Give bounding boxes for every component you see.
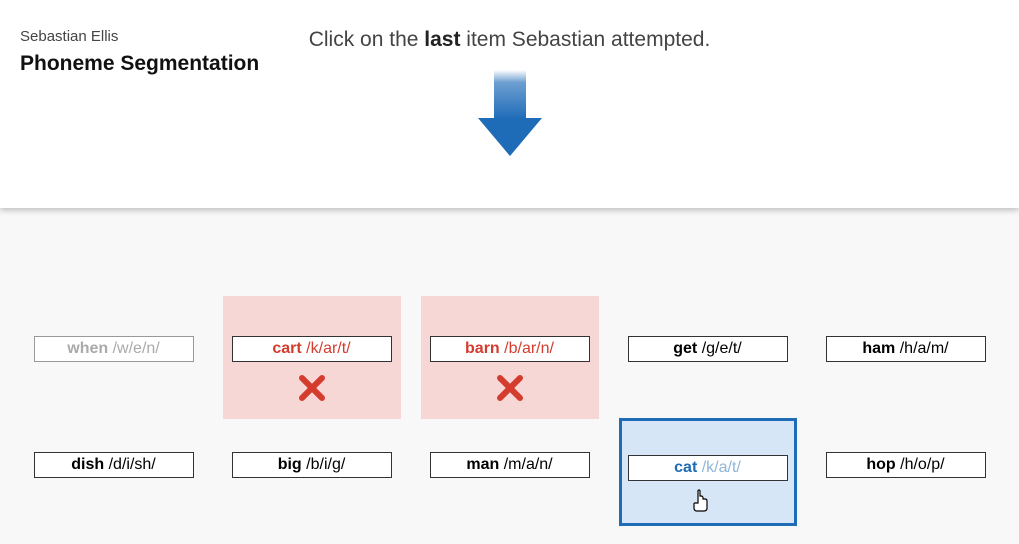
item-box[interactable]: hop /h/o/p/ (826, 452, 986, 478)
instruction-post: item Sebastian attempted. (460, 28, 710, 51)
item-cell[interactable]: big /b/i/g/ (223, 418, 401, 478)
item-phonemes: /m/a/n/ (504, 456, 553, 473)
item-word: cat (674, 459, 697, 476)
item-box[interactable]: cat /k/a/t/ (628, 455, 788, 481)
item-box[interactable]: when /w/e/n/ (34, 336, 194, 362)
item-cell[interactable]: dish /d/i/sh/ (25, 418, 203, 478)
item-cell-wrong[interactable]: cart /k/ar/t/ (223, 296, 401, 419)
down-arrow-icon (470, 70, 550, 165)
item-box[interactable]: man /m/a/n/ (430, 452, 590, 478)
item-box[interactable]: ham /h/a/m/ (826, 336, 986, 362)
item-word: big (278, 456, 302, 473)
item-grid: got /g/o/t/ men /m/e/n/ ship /sh/i/p/ fa… (0, 182, 1019, 540)
item-phonemes: /b/i/g/ (306, 456, 345, 473)
item-phonemes: /g/e/t/ (702, 340, 742, 357)
item-box[interactable]: cart /k/ar/t/ (232, 336, 392, 362)
header: Sebastian Ellis Phoneme Segmentation Cli… (0, 0, 1019, 208)
item-word: dish (71, 456, 104, 473)
item-box[interactable]: barn /b/ar/n/ (430, 336, 590, 362)
item-word: ham (862, 340, 895, 357)
item-box[interactable]: get /g/e/t/ (628, 336, 788, 362)
item-cell[interactable]: hop /h/o/p/ (817, 418, 995, 478)
grid-row: dish /d/i/sh/ big /b/i/g/ man /m/a/n/ ca… (0, 418, 1019, 518)
item-phonemes: /h/o/p/ (900, 456, 944, 473)
item-box[interactable]: big /b/i/g/ (232, 452, 392, 478)
item-cell-wrong[interactable]: barn /b/ar/n/ (421, 296, 599, 419)
item-phonemes: /h/a/m/ (900, 340, 949, 357)
item-phonemes: /w/e/n/ (113, 340, 160, 357)
grid-row: when /w/e/n/ cart /k/ar/t/ bar (0, 296, 1019, 396)
item-phonemes: /d/i/sh/ (109, 456, 156, 473)
x-icon (496, 374, 524, 407)
x-icon (298, 374, 326, 407)
subskill-title: Phoneme Segmentation (20, 52, 259, 76)
item-word: cart (272, 340, 301, 357)
item-box[interactable]: dish /d/i/sh/ (34, 452, 194, 478)
item-cell[interactable]: ham /h/a/m/ (817, 296, 995, 362)
item-word: man (466, 456, 499, 473)
item-phonemes: /b/ar/n/ (504, 340, 554, 357)
item-word: barn (465, 340, 500, 357)
instruction-text: Click on the last item Sebastian attempt… (0, 28, 1019, 52)
instruction-bold: last (424, 28, 460, 51)
item-cell[interactable]: when /w/e/n/ (25, 296, 203, 362)
item-phonemes: /k/a/t/ (702, 459, 741, 476)
item-phonemes: /k/ar/t/ (306, 340, 350, 357)
item-word: when (67, 340, 108, 357)
item-word: hop (866, 456, 895, 473)
item-cell-selected[interactable]: cat /k/a/t/ (619, 418, 797, 526)
item-cell[interactable]: man /m/a/n/ (421, 418, 599, 478)
instruction-pre: Click on the (309, 28, 425, 51)
item-cell[interactable]: get /g/e/t/ (619, 296, 797, 362)
item-word: get (673, 340, 697, 357)
